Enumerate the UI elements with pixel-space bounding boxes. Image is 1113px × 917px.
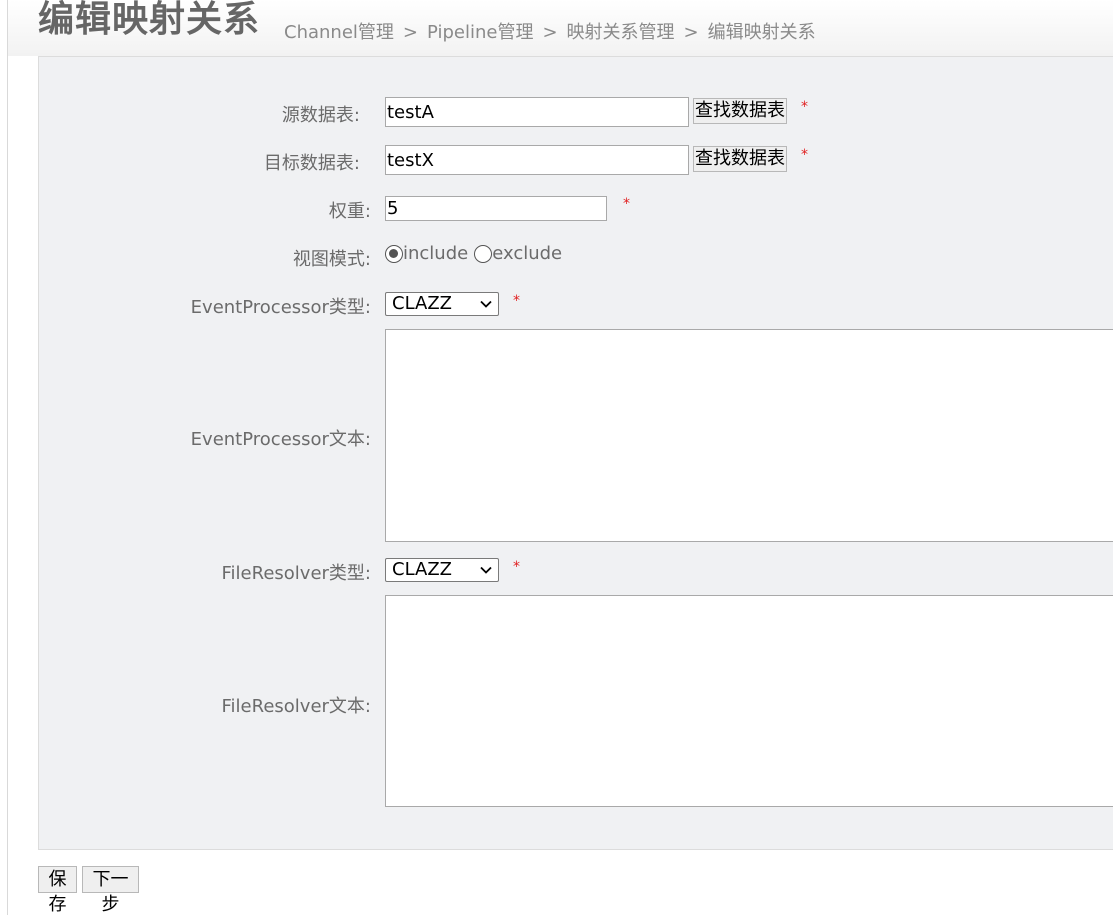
page-header: 编辑映射关系 Channel管理 > Pipeline管理 > 映射关系管理 > 编辑映射关… xyxy=(8,0,1113,56)
target-table-label: 目标数据表: xyxy=(263,153,360,174)
event-processor-type-required: * xyxy=(513,293,520,309)
file-resolver-textarea[interactable] xyxy=(385,595,1113,807)
breadcrumb-current: 编辑映射关系 xyxy=(707,22,816,43)
radio-exclude[interactable] xyxy=(474,244,493,263)
chevron-down-icon xyxy=(480,300,492,308)
left-border xyxy=(0,0,8,915)
breadcrumb-mapping-link[interactable]: 映射关系管理 xyxy=(567,22,675,43)
event-processor-type-value: CLAZZ xyxy=(392,293,452,314)
source-table-label: 源数据表: xyxy=(281,105,360,126)
view-mode-label-box: 视图模式: xyxy=(39,243,371,273)
file-resolver-type-label-box: FileResolver类型: xyxy=(39,557,371,587)
event-processor-text-label: EventProcessor文本: xyxy=(190,429,371,450)
breadcrumb-separator: > xyxy=(542,22,558,43)
file-resolver-text-label-box: FileResolver文本: xyxy=(39,690,371,720)
file-resolver-type-required: * xyxy=(513,559,520,575)
weight-required: * xyxy=(623,196,630,212)
form-panel: 源数据表: 查找数据表 * 目标数据表: 查找数据表 * 权重: * 视图模式:… xyxy=(38,56,1113,850)
save-button[interactable]: 保存 xyxy=(38,866,77,915)
file-resolver-type-select[interactable]: CLAZZ xyxy=(385,558,499,582)
source-find-table-button[interactable]: 查找数据表 xyxy=(693,98,787,124)
target-find-table-button[interactable]: 查找数据表 xyxy=(693,146,787,172)
file-resolver-text-label: FileResolver文本: xyxy=(221,696,371,717)
file-resolver-type-value: CLAZZ xyxy=(392,559,452,580)
view-mode-radio-group: include exclude xyxy=(385,243,562,264)
event-processor-type-label-box: EventProcessor类型: xyxy=(39,291,371,321)
event-processor-type-label: EventProcessor类型: xyxy=(190,297,371,318)
weight-input[interactable] xyxy=(385,196,607,221)
weight-label: 权重: xyxy=(328,201,371,222)
breadcrumb-channel-link[interactable]: Channel管理 xyxy=(284,22,394,43)
next-step-button[interactable]: 下一步 xyxy=(82,866,139,915)
breadcrumb-separator: > xyxy=(683,22,699,43)
file-resolver-type-label: FileResolver类型: xyxy=(221,563,371,584)
radio-exclude-label[interactable]: exclude xyxy=(492,243,562,264)
page-title: 编辑映射关系 xyxy=(38,0,261,40)
target-table-required: * xyxy=(801,147,808,163)
chevron-down-icon xyxy=(480,566,492,574)
source-table-label-box: 源数据表: xyxy=(39,97,360,127)
event-processor-textarea[interactable] xyxy=(385,329,1113,542)
radio-include-label[interactable]: include xyxy=(403,243,468,264)
breadcrumb: Channel管理 > Pipeline管理 > 映射关系管理 > 编辑映射关系 xyxy=(284,18,816,44)
target-table-input[interactable] xyxy=(385,145,689,175)
event-processor-text-label-box: EventProcessor文本: xyxy=(39,423,371,453)
event-processor-type-select[interactable]: CLAZZ xyxy=(385,292,499,316)
view-mode-label: 视图模式: xyxy=(292,249,371,270)
source-table-required: * xyxy=(801,99,808,115)
breadcrumb-separator: > xyxy=(402,22,418,43)
target-table-label-box: 目标数据表: xyxy=(39,145,360,175)
weight-label-box: 权重: xyxy=(39,195,371,225)
radio-include[interactable] xyxy=(385,244,403,263)
breadcrumb-pipeline-link[interactable]: Pipeline管理 xyxy=(427,22,533,43)
source-table-input[interactable] xyxy=(385,97,689,127)
